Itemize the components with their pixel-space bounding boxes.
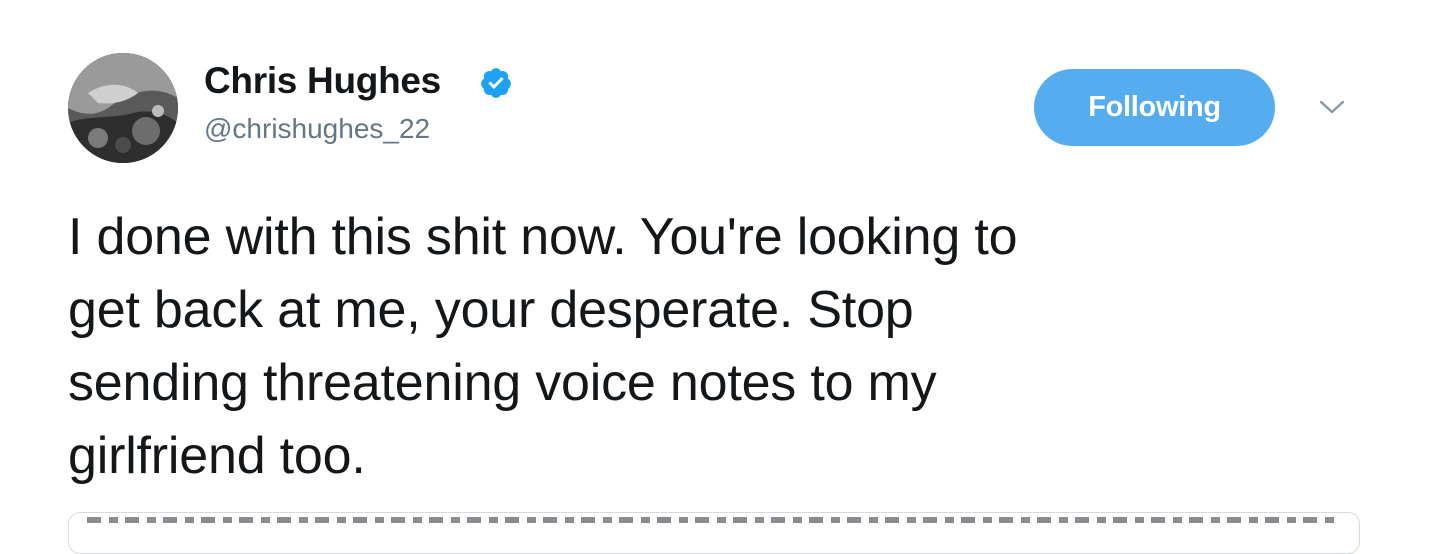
following-button[interactable]: Following [1034, 69, 1275, 146]
display-name[interactable]: Chris Hughes [204, 60, 441, 102]
tweet-text-line: I done with this shit now. You're lookin… [68, 208, 1018, 266]
avatar[interactable] [68, 53, 178, 163]
tweet-text-line: get back at me, your desperate. Stop [68, 281, 914, 339]
tweet-text-line: girlfriend too. [68, 427, 366, 485]
tweet-card: Chris Hughes @chrishughes_22 Following I… [0, 0, 1440, 554]
tweet-text: I done with this shit now. You're lookin… [68, 201, 1318, 493]
verified-badge-icon [481, 68, 511, 98]
quoted-tweet-text-cropped [87, 517, 1337, 523]
tweet-text-line: sending threatening voice notes to my [68, 354, 937, 412]
quoted-tweet-card[interactable] [68, 512, 1360, 554]
profile-photo-icon [68, 53, 178, 163]
chevron-down-icon[interactable] [1318, 98, 1346, 116]
user-handle[interactable]: @chrishughes_22 [204, 113, 430, 145]
